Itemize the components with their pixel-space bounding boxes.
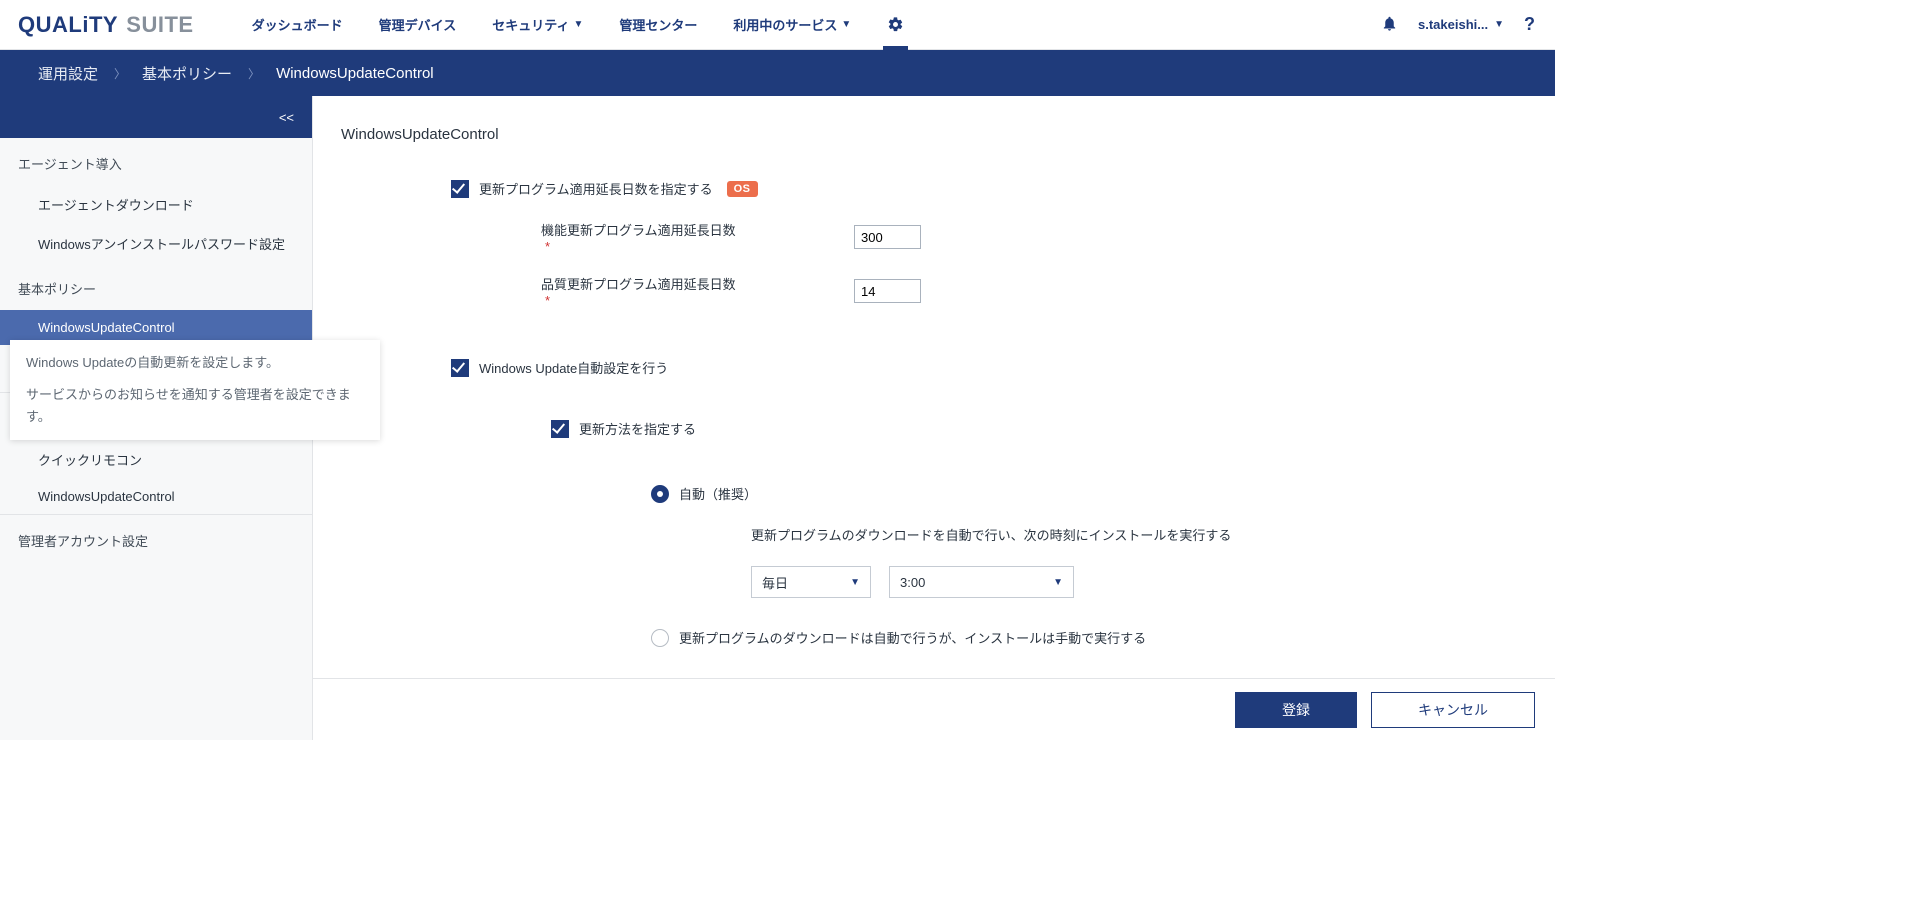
checkbox-auto[interactable]	[451, 359, 469, 377]
label-auto: Windows Update自動設定を行う	[479, 358, 668, 377]
brand-part1: QUALiTY	[18, 12, 118, 37]
sidebar-item-quickremote[interactable]: クイックリモコン	[0, 440, 312, 479]
checkbox-method[interactable]	[551, 420, 569, 438]
dropdown-time-value: 3:00	[900, 575, 925, 590]
radio-manual-install[interactable]	[651, 629, 669, 647]
user-name-label: s.takeishi...	[1418, 17, 1488, 32]
gear-icon	[887, 16, 904, 33]
page-title: WindowsUpdateControl	[341, 126, 1555, 143]
row-method: 更新方法を指定する	[551, 419, 1555, 438]
os-badge: OS	[727, 181, 758, 197]
top-bar: QUALiTY SUITE ダッシュボード 管理デバイス セキュリティ ▼ 管理セ…	[0, 0, 1555, 50]
nav-services-label: 利用中のサービス	[733, 15, 837, 34]
nav-devices[interactable]: 管理デバイス	[361, 0, 475, 49]
sidebar-collapse[interactable]: <<	[0, 96, 312, 138]
caret-down-icon: ▼	[1494, 19, 1504, 30]
sidebar-section-basicpolicy[interactable]: 基本ポリシー	[0, 263, 312, 310]
nav-admincenter[interactable]: 管理センター	[601, 0, 715, 49]
crumb-basicpolicy[interactable]: 基本ポリシー	[142, 63, 232, 84]
cancel-button[interactable]: キャンセル	[1371, 692, 1535, 728]
label-radio-manual: 更新プログラムのダウンロードは自動で行うが、インストールは手動で実行する	[679, 628, 1146, 647]
nav-security[interactable]: セキュリティ ▼	[474, 0, 601, 49]
brand-part2: SUITE	[126, 12, 193, 37]
breadcrumb: 運用設定 〉 基本ポリシー 〉 WindowsUpdateControl	[0, 50, 1555, 96]
dropdown-schedule-day[interactable]: 毎日 ▼	[751, 566, 871, 598]
sidebar: << エージェント導入 エージェントダウンロード Windowsアンインストール…	[0, 96, 313, 740]
sidebar-item-wuc[interactable]: WindowsUpdateControl	[0, 310, 312, 345]
row-radio-auto: 自動（推奨）	[651, 484, 1555, 503]
label-radio-auto: 自動（推奨）	[679, 484, 757, 503]
input-quality-defer[interactable]	[854, 279, 921, 303]
label-quality-defer: 品質更新プログラム適用延長日数*	[541, 274, 736, 308]
crumb-opsettings[interactable]: 運用設定	[38, 63, 98, 84]
chevron-right-icon: 〉	[114, 65, 126, 82]
sidebar-section-adminacct[interactable]: 管理者アカウント設定	[0, 515, 312, 562]
action-bar: 登録 キャンセル	[313, 678, 1555, 740]
sidebar-item-wuc2[interactable]: WindowsUpdateControl	[0, 479, 312, 514]
checkbox-defer[interactable]	[451, 180, 469, 198]
dropdown-schedule-time[interactable]: 3:00 ▼	[889, 566, 1074, 598]
nav-dashboard[interactable]: ダッシュボード	[234, 0, 361, 49]
label-method: 更新方法を指定する	[579, 419, 696, 438]
row-radio-manual-install: 更新プログラムのダウンロードは自動で行うが、インストールは手動で実行する	[651, 628, 1555, 647]
row-auto: Windows Update自動設定を行う	[451, 358, 1555, 377]
sidebar-section-agent[interactable]: エージェント導入	[0, 138, 312, 185]
main-nav: ダッシュボード 管理デバイス セキュリティ ▼ 管理センター 利用中のサービス ▼	[234, 0, 923, 49]
user-menu[interactable]: s.takeishi... ▼	[1418, 17, 1504, 32]
brand-logo: QUALiTY SUITE	[18, 12, 194, 38]
caret-down-icon: ▼	[850, 577, 860, 588]
dropdown-day-value: 毎日	[762, 573, 788, 592]
nav-security-label: セキュリティ	[492, 15, 569, 34]
topbar-right: s.takeishi... ▼ ?	[1381, 14, 1555, 35]
caret-down-icon: ▼	[573, 19, 583, 30]
crumb-current: WindowsUpdateControl	[276, 65, 434, 82]
row-defer: 更新プログラム適用延長日数を指定する OS	[451, 179, 1555, 198]
label-defer: 更新プログラム適用延長日数を指定する	[479, 179, 713, 198]
input-feature-defer[interactable]	[854, 225, 921, 249]
nav-settings[interactable]	[869, 0, 922, 49]
sidebar-item-uninstall-pw[interactable]: Windowsアンインストールパスワード設定	[0, 224, 312, 263]
label-feature-defer: 機能更新プログラム適用延長日数*	[541, 220, 736, 254]
sidebar-section-option[interactable]: オプション機能	[0, 393, 312, 440]
sidebar-section-notice[interactable]: お知らせ対象者設定	[0, 345, 312, 392]
row-schedule: 毎日 ▼ 3:00 ▼	[751, 566, 1555, 598]
bell-icon	[1381, 15, 1398, 32]
chevron-right-icon: 〉	[248, 65, 260, 82]
row-quality-defer: 品質更新プログラム適用延長日数*	[541, 274, 1555, 308]
notifications-button[interactable]	[1381, 15, 1398, 35]
main-panel: WindowsUpdateControl 更新プログラム適用延長日数を指定する …	[313, 96, 1555, 740]
desc-radio-auto: 更新プログラムのダウンロードを自動で行い、次の時刻にインストールを実行する	[751, 525, 1555, 544]
caret-down-icon: ▼	[841, 19, 851, 30]
help-button[interactable]: ?	[1524, 14, 1535, 35]
row-feature-defer: 機能更新プログラム適用延長日数*	[541, 220, 1555, 254]
save-button[interactable]: 登録	[1235, 692, 1357, 728]
nav-services[interactable]: 利用中のサービス ▼	[715, 0, 869, 49]
radio-auto-recommended[interactable]	[651, 485, 669, 503]
caret-down-icon: ▼	[1053, 577, 1063, 588]
sidebar-item-agent-download[interactable]: エージェントダウンロード	[0, 185, 312, 224]
